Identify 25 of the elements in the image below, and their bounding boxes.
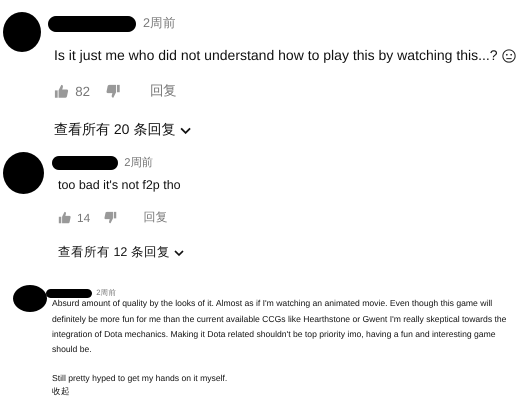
reply-button[interactable]: 回复 [144, 210, 168, 226]
avatar-redaction [13, 285, 47, 312]
comment-text: Is it just me who did not understand how to play this by watching this...? [54, 46, 498, 65]
thumbs-up-icon[interactable] [54, 84, 69, 99]
thumbs-down-icon[interactable] [106, 84, 121, 99]
comment-text: too bad it's not f2p tho [58, 177, 181, 194]
comment-paragraph: Absurd amount of quality by the looks of it. Almost as if I'm watching an animated movie. Even though this game will definitely be more fun for me than the current available CCGs like Hearthstone or Gwent I'm really skeptical towards the integration of Dota mechanics. Making it Dota related shouldn't be top priority imo, having a fun and interesting game should be. [52, 297, 507, 356]
like-count: 82 [75, 84, 90, 99]
comment-time: 2周前 [124, 156, 153, 170]
thumbs-down-icon[interactable] [104, 211, 118, 224]
avatar-redaction [3, 152, 44, 194]
collapse-button[interactable]: 收起 [52, 386, 70, 398]
thumbs-up-icon[interactable] [58, 211, 72, 224]
avatar-redaction [3, 12, 41, 52]
view-replies-button[interactable]: 查看所有 20 条回复 [54, 121, 524, 140]
comment-paragraph: Still pretty hyped to get my hands on it myself. [52, 372, 228, 386]
neutral-face-icon [502, 48, 516, 63]
name-redaction [46, 289, 92, 298]
like-count: 14 [77, 210, 90, 225]
view-replies-button[interactable]: 查看所有 12 条回复 [58, 244, 498, 262]
reply-button[interactable]: 回复 [150, 82, 176, 100]
chevron-down-icon [180, 124, 191, 136]
chevron-down-icon [174, 248, 184, 258]
comment-time: 2周前 [143, 15, 176, 32]
name-redaction [52, 156, 118, 170]
